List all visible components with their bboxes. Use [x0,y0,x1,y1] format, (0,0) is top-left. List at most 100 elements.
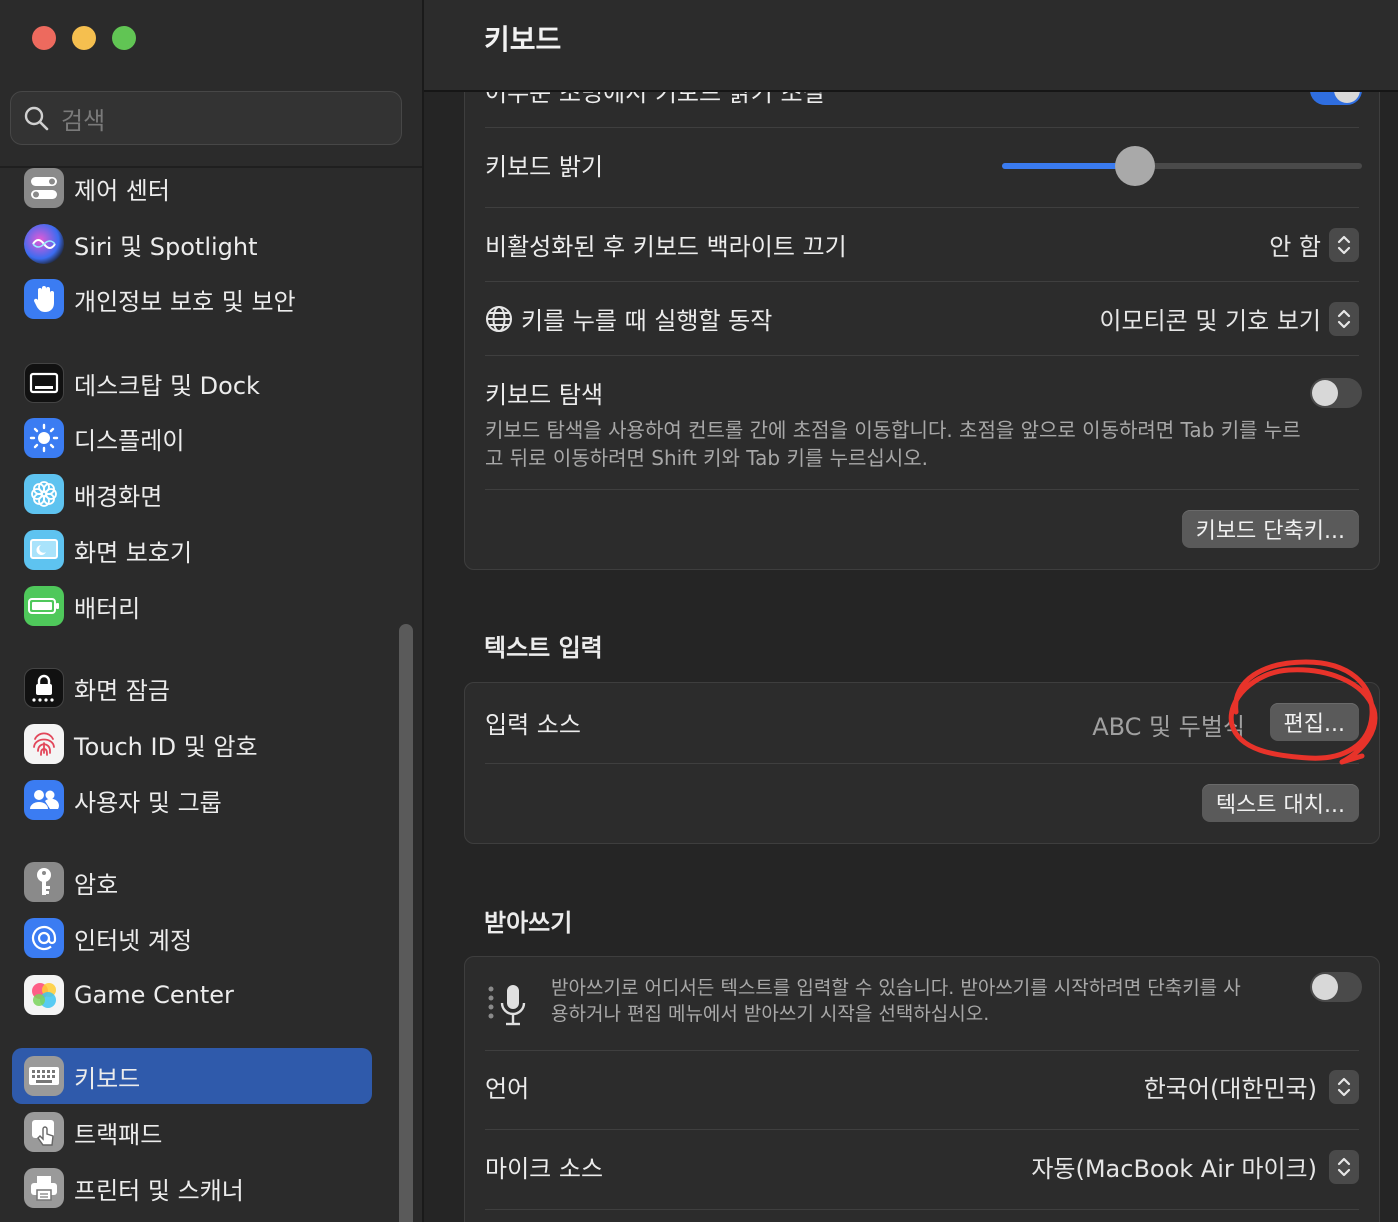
search-field[interactable]: 검색 [10,91,402,145]
keyboard-shortcuts-button[interactable]: 키보드 단축키... [1181,510,1359,548]
sidebar: 검색 제어 센터 Siri 및 Spotlight 개인정보 보호 및 보안 데… [0,0,424,1222]
search-input[interactable]: 검색 [61,101,105,136]
sidebar-item-desktop-dock[interactable]: 데스크탑 및 Dock [12,355,372,411]
globe-key-popup[interactable]: 이모티콘 및 기호 보기 [1099,301,1359,336]
dictation-language-popup[interactable]: 한국어(대한민국) [1144,1069,1359,1104]
title-bar: 키보드 [424,0,1398,92]
keyboard-navigation-label: 키보드 탐색 [485,381,604,409]
sidebar-item-passwords[interactable]: 암호 [12,854,372,910]
updown-chevron-icon [1329,1069,1359,1104]
keyboard-navigation-toggle[interactable] [1310,378,1362,408]
sidebar-item-wallpaper[interactable]: 배경화면 [12,466,372,522]
microphone-source-popup[interactable]: 자동(MacBook Air 마이크) [1031,1149,1359,1184]
sidebar-item-printers[interactable]: 프린터 및 스캐너 [12,1160,372,1216]
sidebar-item-trackpad[interactable]: 트랙패드 [12,1104,372,1160]
window-controls [32,26,136,50]
keyboard-brightness-slider[interactable] [1002,146,1362,186]
updown-chevron-icon [1329,1149,1359,1184]
sun-icon [24,418,64,458]
dictation-description: 받아쓰기로 어디서든 텍스트를 입력할 수 있습니다. 받아쓰기를 시작하려면 … [551,977,1241,1025]
sidebar-item-label: Game Center [74,981,234,1009]
sidebar-item-battery[interactable]: 배터리 [12,578,372,634]
sidebar-item-siri[interactable]: Siri 및 Spotlight [12,216,372,272]
sidebar-item-label: 제어 센터 [74,176,170,205]
text-input-section-title: 텍스트 입력 [484,634,603,662]
dictation-toggle[interactable] [1310,972,1362,1002]
sidebar-item-keyboard[interactable]: 키보드 [12,1048,372,1104]
key-icon [24,862,64,902]
edit-input-sources-button[interactable]: 편집... [1269,703,1359,741]
sidebar-item-users-groups[interactable]: 사용자 및 그룹 [12,772,372,828]
sidebar-item-label: Siri 및 Spotlight [74,232,258,261]
sidebar-item-control-center[interactable]: 제어 센터 [12,160,372,216]
keyboard-navigation-row: 키보드 탐색 키보드 탐색을 사용하여 컨트롤 간에 초점을 이동합니다. 초점… [485,375,1305,472]
backlight-off-popup[interactable]: 안 함 [1269,227,1359,262]
microphone-source-value: 자동(MacBook Air 마이크) [1031,1155,1317,1183]
sidebar-item-label: 암호 [74,870,119,899]
sidebar-item-label: 인터넷 계정 [74,926,193,955]
globe-key-value: 이모티콘 및 기호 보기 [1099,307,1321,335]
backlight-off-value: 안 함 [1269,233,1321,261]
sidebar-item-touch-id[interactable]: Touch ID 및 암호 [12,716,372,772]
sidebar-item-privacy[interactable]: 개인정보 보호 및 보안 [12,271,372,327]
keyboard-brightness-label: 키보드 밝기 [485,153,604,181]
sidebar-item-screensaver[interactable]: 화면 보호기 [12,522,372,578]
close-window-button[interactable] [32,26,56,50]
globe-key-label: 키를 누를 때 실행할 동작 [521,307,773,335]
keyboard-settings-panel: 어두운 조명에서 키보드 밝기 조절 키보드 밝기 비활성화된 후 키보드 백라… [464,40,1380,570]
page-title: 키보드 [484,23,562,56]
updown-chevron-icon [1329,301,1359,336]
main-content: 키보드 어두운 조명에서 키보드 밝기 조절 키보드 밝기 비활성화된 후 키보… [424,0,1398,1222]
backlight-off-row: 비활성화된 후 키보드 백라이트 끄기 안 함 [485,227,1359,262]
siri-icon [24,224,64,264]
dictation-language-label: 언어 [485,1075,530,1103]
sidebar-item-internet-accounts[interactable]: 인터넷 계정 [12,910,372,966]
desktop-dock-icon [24,363,64,403]
slider-knob[interactable] [1115,146,1156,186]
sidebar-item-label: 배경화면 [74,482,163,511]
sidebar-item-label: 화면 보호기 [74,538,193,567]
sidebar-item-label: Touch ID 및 암호 [74,732,258,761]
trackpad-icon [24,1112,64,1152]
sidebar-scrollbar[interactable] [399,624,413,1222]
sidebar-item-label: 화면 잠금 [74,676,170,705]
updown-chevron-icon [1329,227,1359,262]
microphone-source-label: 마이크 소스 [485,1155,604,1183]
fingerprint-icon [24,724,64,764]
dictation-panel: 받아쓰기로 어디서든 텍스트를 입력할 수 있습니다. 받아쓰기를 시작하려면 … [464,956,1380,1222]
input-sources-value: ABC 및 두벌식 [1092,713,1245,741]
printer-icon [24,1168,64,1208]
battery-icon [24,586,64,626]
game-center-icon [24,975,64,1015]
backlight-off-label: 비활성화된 후 키보드 백라이트 끄기 [485,233,847,261]
sidebar-item-label: 개인정보 보호 및 보안 [74,287,296,316]
sidebar-item-label: 디스플레이 [74,426,185,455]
sidebar-item-display[interactable]: 디스플레이 [12,410,372,466]
sidebar-item-label: 데스크탑 및 Dock [74,371,260,400]
sidebar-item-game-center[interactable]: Game Center [12,967,372,1023]
keyboard-navigation-description: 키보드 탐색을 사용하여 컨트롤 간에 초점을 이동합니다. 초점을 앞으로 이… [485,418,1301,470]
dictation-language-row: 언어 한국어(대한민국) [485,1069,1359,1104]
globe-icon [486,305,512,332]
users-icon [24,780,64,820]
microphone-icon [488,985,526,1026]
zoom-window-button[interactable] [112,26,136,50]
sidebar-item-label: 사용자 및 그룹 [74,788,222,817]
lock-icon [24,668,64,708]
dictation-language-value: 한국어(대한민국) [1143,1075,1317,1103]
control-center-icon [24,168,64,208]
input-sources-label: 입력 소스 [485,711,581,739]
sidebar-item-label: 프린터 및 스캐너 [74,1176,244,1205]
globe-key-row: 키를 누를 때 실행할 동작 이모티콘 및 기호 보기 [485,301,1359,336]
flower-icon [24,474,64,514]
search-icon [24,106,49,131]
microphone-source-row: 마이크 소스 자동(MacBook Air 마이크) [485,1149,1359,1184]
keyboard-icon [24,1056,64,1096]
sidebar-item-label: 배터리 [74,594,141,623]
minimize-window-button[interactable] [72,26,96,50]
text-replacements-button[interactable]: 텍스트 대치... [1201,784,1359,822]
dictation-section-title: 받아쓰기 [484,909,573,937]
sidebar-item-lock-screen[interactable]: 화면 잠금 [12,660,372,716]
screensaver-icon [24,530,64,570]
sidebar-item-label: 트랙패드 [74,1120,163,1149]
